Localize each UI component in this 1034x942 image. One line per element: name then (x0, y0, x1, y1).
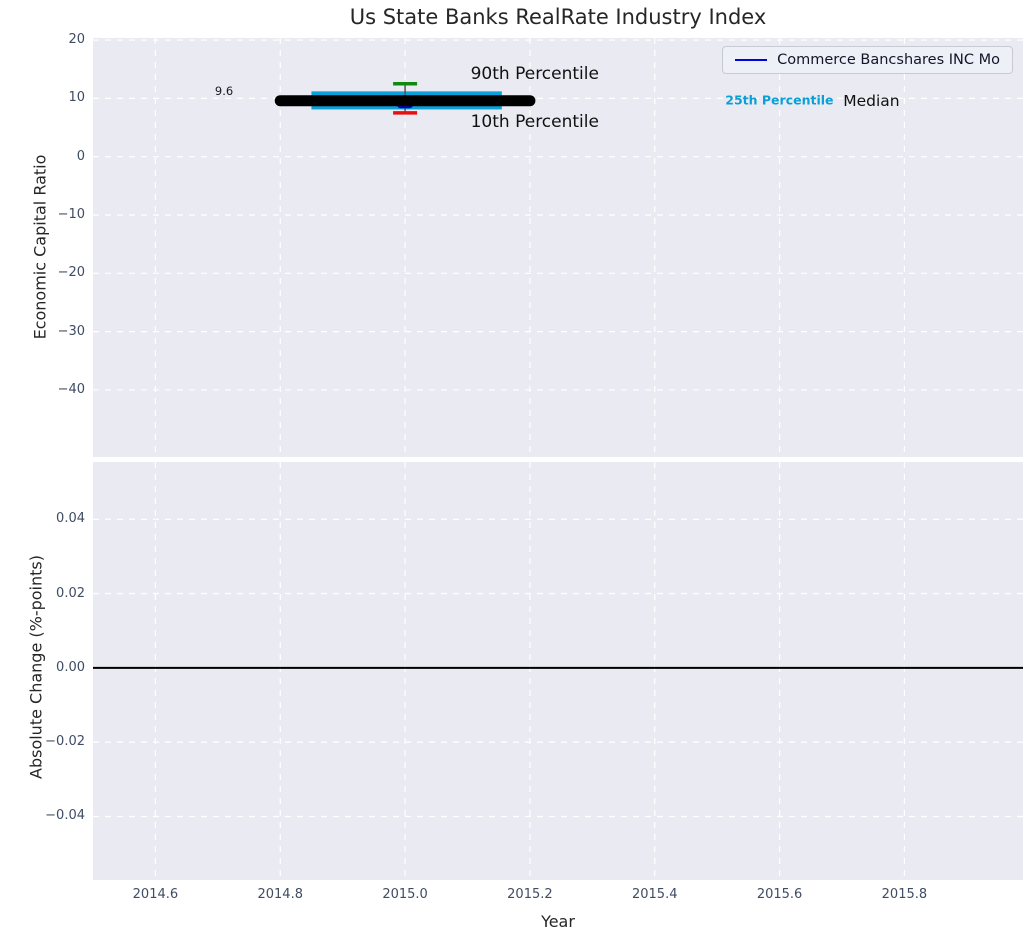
top-y-tick-label: 10 (68, 90, 85, 106)
legend-line-sample-icon (735, 59, 768, 61)
top-y-tick-label: −20 (57, 265, 85, 281)
top-y-axis-label: Economic Capital Ratio (30, 154, 50, 340)
bottom-y-tick-label: −0.02 (45, 734, 85, 750)
x-tick-label: 2015.8 (881, 887, 928, 902)
x-axis-label: Year (541, 912, 575, 931)
annotation-median-label: Median (843, 91, 900, 110)
bottom-y-tick-label: 0.00 (56, 659, 85, 675)
annotation-p10-label: 10th Percentile (470, 112, 599, 133)
bottom-y-tick-label: −0.04 (45, 808, 85, 824)
annotation-p90-label: 90th Percentile (470, 63, 599, 84)
top-y-tick-label: 20 (68, 32, 85, 48)
top-y-tick-label: −40 (57, 381, 85, 397)
x-tick-label: 2014.8 (257, 887, 303, 902)
bottom-y-tick-label: 0.04 (56, 511, 85, 527)
x-tick-label: 2015.0 (382, 887, 428, 902)
top-y-tick-label: −30 (57, 323, 85, 339)
top-y-tick-label: 0 (76, 148, 85, 164)
bottom-plot-svg (93, 462, 1023, 880)
legend: Commerce Bancshares INC Mo (722, 46, 1013, 74)
bottom-plot-area (93, 462, 1023, 880)
annotation-median-value: 9.6 (214, 83, 234, 98)
x-tick-label: 2015.6 (756, 887, 803, 902)
annotation-p25-label: 25th Percentile (725, 92, 834, 108)
top-y-tick-label: −10 (57, 206, 85, 222)
legend-label: Commerce Bancshares INC Mo (777, 52, 1000, 68)
x-tick-label: 2014.6 (132, 887, 179, 902)
bottom-y-tick-label: 0.02 (56, 585, 85, 601)
chart-title: Us State Banks RealRate Industry Index (349, 5, 767, 29)
x-tick-label: 2015.2 (507, 887, 553, 902)
figure: Us State Banks RealRate Industry Index E… (0, 0, 1034, 942)
x-tick-label: 2015.4 (631, 887, 678, 902)
